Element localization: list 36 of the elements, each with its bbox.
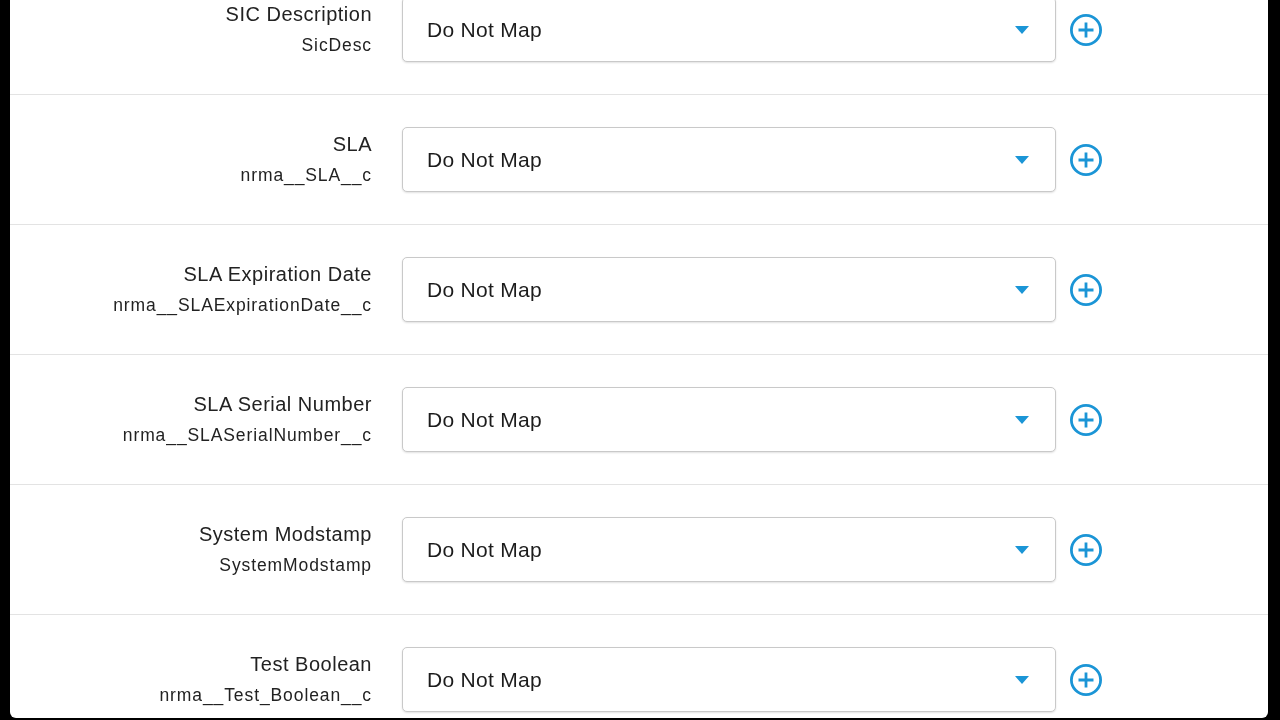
field-api-name: SicDesc xyxy=(301,35,372,56)
field-api-name: nrma__SLA__c xyxy=(240,165,372,186)
mapping-select[interactable]: Do Not Map xyxy=(402,257,1056,322)
add-button[interactable] xyxy=(1070,403,1102,436)
field-label: SIC Description xyxy=(225,3,372,26)
plus-circle-icon xyxy=(1070,533,1102,566)
add-button[interactable] xyxy=(1070,273,1102,306)
caret-icon xyxy=(1015,25,1029,34)
field-label: SLA Expiration Date xyxy=(183,263,372,286)
add-button[interactable] xyxy=(1070,13,1102,46)
mapping-select[interactable]: Do Not Map xyxy=(402,127,1056,192)
mapping-select[interactable]: Do Not Map xyxy=(402,387,1056,452)
field-api-name: nrma__SLAExpirationDate__c xyxy=(113,295,372,316)
plus-circle-icon xyxy=(1070,273,1102,306)
mapping-select[interactable]: Do Not Map xyxy=(402,0,1056,62)
field-label: SLA Serial Number xyxy=(193,393,372,416)
field-label: Test Boolean xyxy=(250,653,372,676)
caret-icon xyxy=(1015,545,1029,554)
field-api-name: nrma__SLASerialNumber__c xyxy=(122,425,372,446)
add-button[interactable] xyxy=(1070,533,1102,566)
plus-circle-icon xyxy=(1070,143,1102,176)
mapping-select[interactable]: Do Not Map xyxy=(402,647,1056,712)
field-label: System Modstamp xyxy=(198,523,372,546)
field-api-name: SystemModstamp xyxy=(219,555,372,576)
caret-icon xyxy=(1015,155,1029,164)
caret-icon xyxy=(1015,285,1029,294)
caret-icon xyxy=(1015,415,1029,424)
plus-circle-icon xyxy=(1070,663,1102,696)
add-button[interactable] xyxy=(1070,143,1102,176)
field-label: SLA xyxy=(332,133,372,156)
caret-icon xyxy=(1015,675,1029,684)
mapping-select[interactable]: Do Not Map xyxy=(402,517,1056,582)
plus-circle-icon xyxy=(1070,13,1102,46)
field-api-name: nrma__Test_Boolean__c xyxy=(159,685,372,706)
add-button[interactable] xyxy=(1070,663,1102,696)
plus-circle-icon xyxy=(1070,403,1102,436)
